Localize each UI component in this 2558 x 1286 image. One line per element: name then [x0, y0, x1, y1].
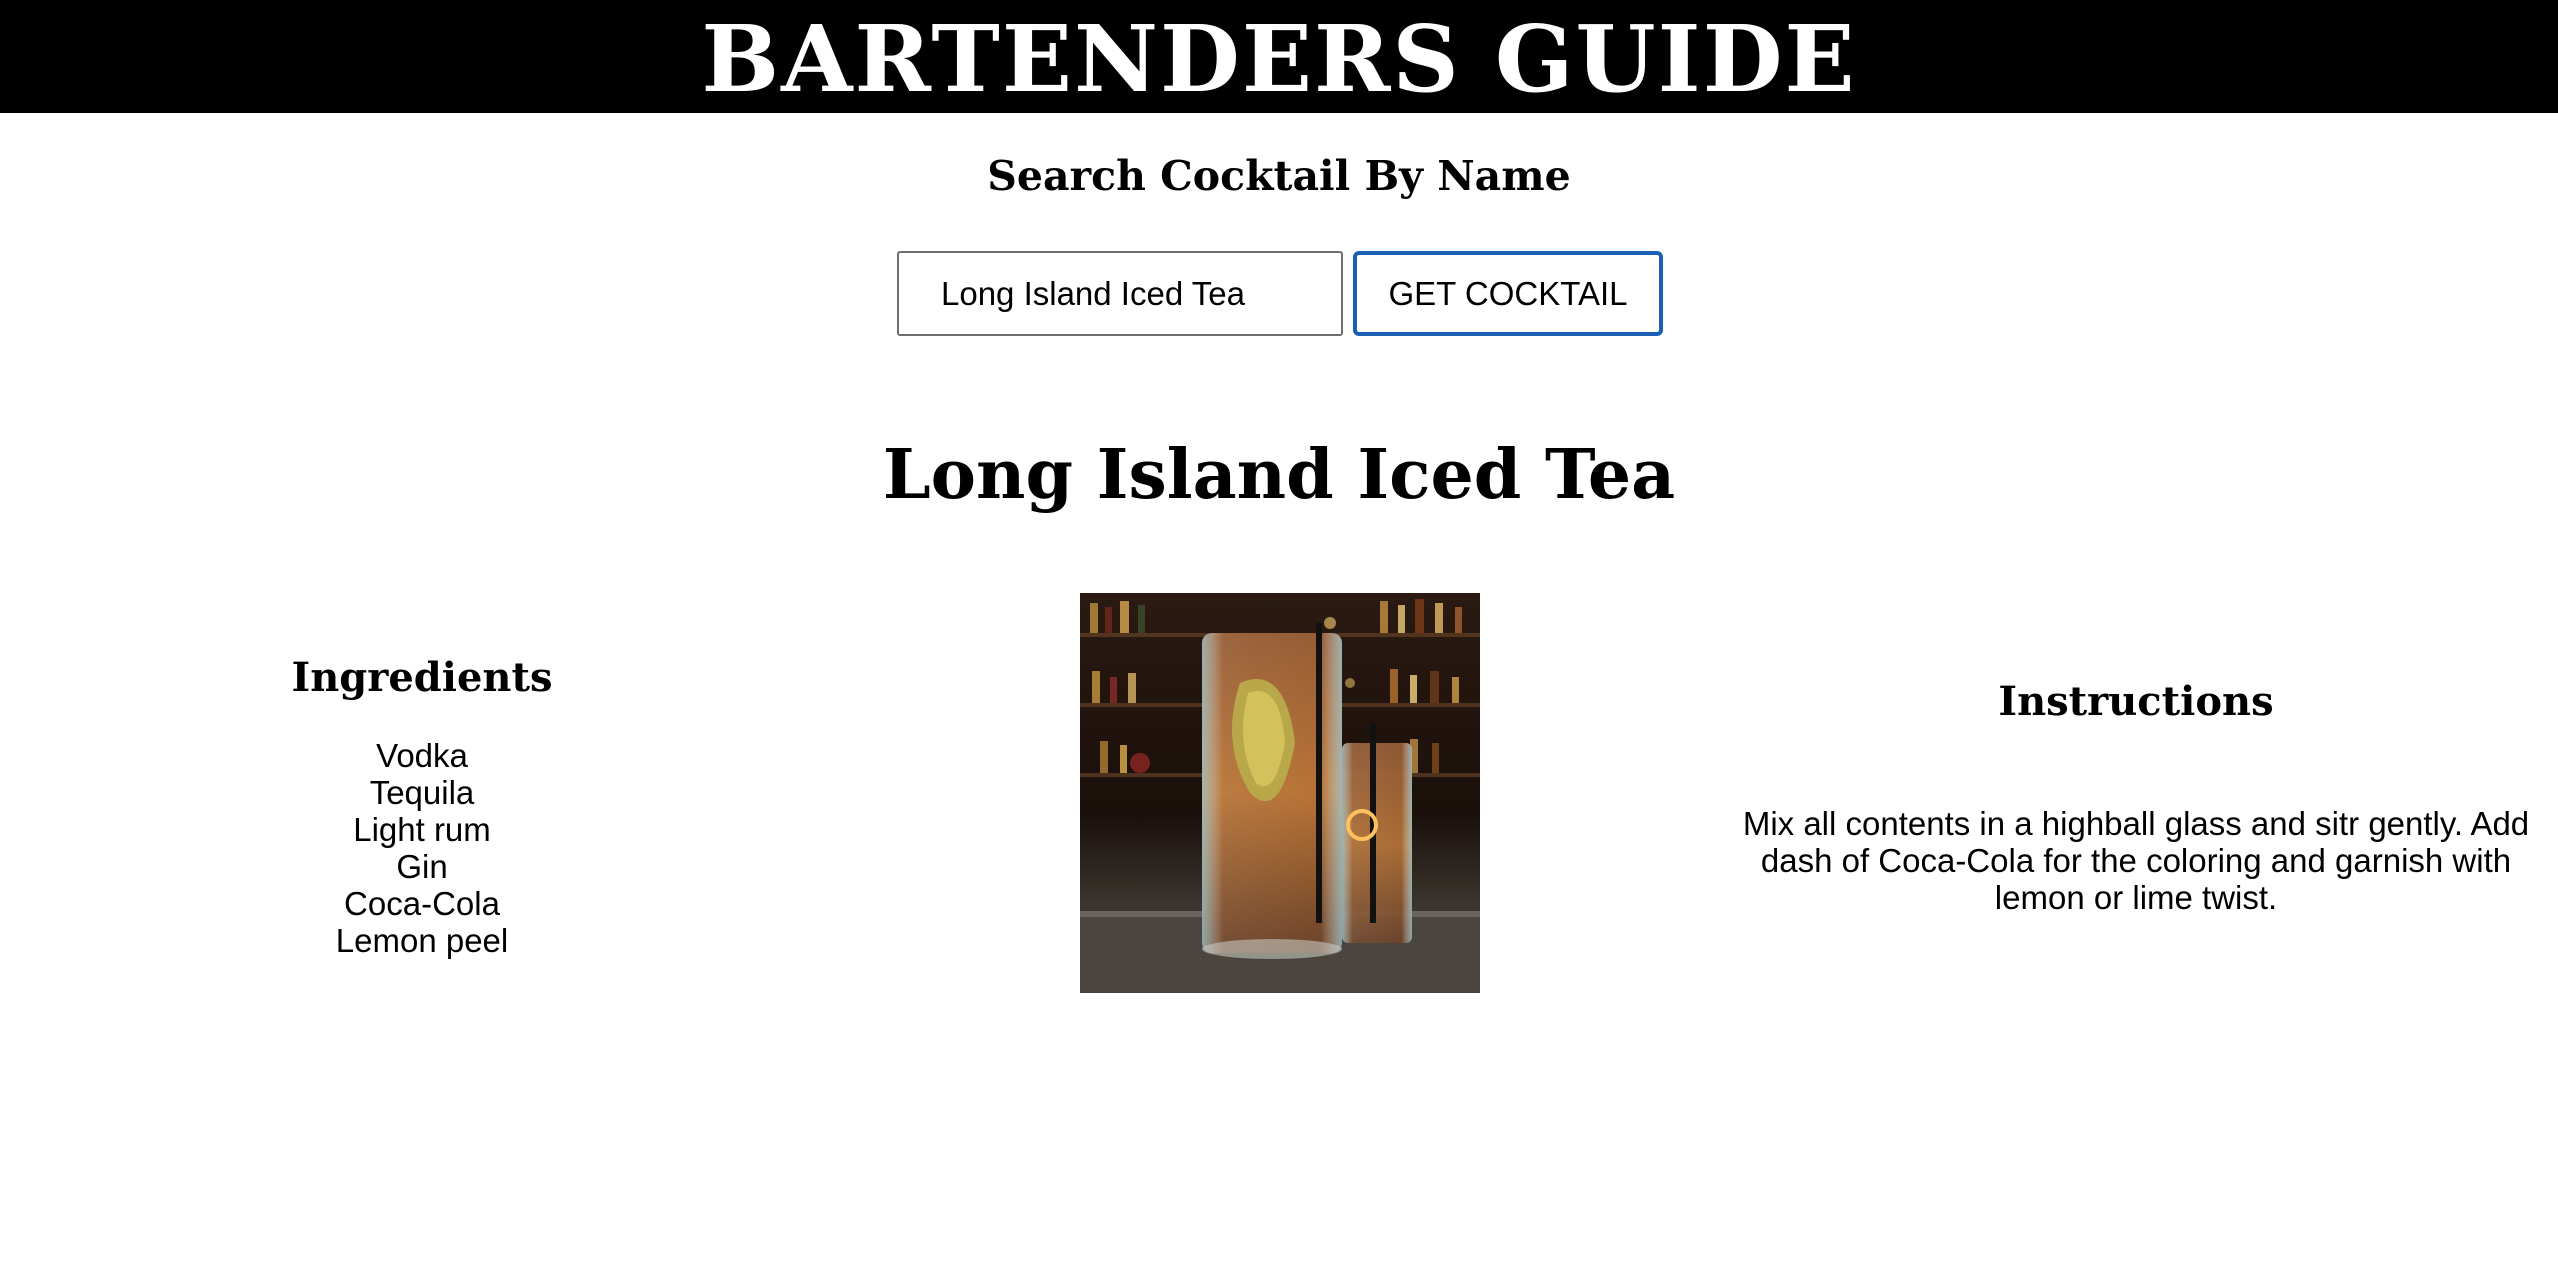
ingredient-item: Vodka [376, 737, 468, 774]
ingredients-heading: Ingredients [291, 654, 553, 701]
ingredient-item: Gin [396, 848, 448, 885]
cocktail-search-input[interactable] [897, 251, 1343, 336]
get-cocktail-button[interactable]: GET COCKTAIL [1353, 251, 1663, 336]
instructions-section: Instructions Mix all contents in a highb… [1720, 678, 2552, 916]
ingredient-list: Vodka Tequila Light rum Gin Coca-Cola Le… [222, 737, 622, 959]
ingredient-item: Light rum [353, 811, 491, 848]
cocktail-name-heading: Long Island Iced Tea [882, 435, 1676, 515]
ingredient-item: Lemon peel [335, 922, 509, 959]
ingredient-item: Coca-Cola [344, 885, 500, 922]
ingredients-section: Ingredients Vodka Tequila Light rum Gin … [222, 654, 622, 959]
search-form: GET COCKTAIL [897, 251, 1663, 336]
instructions-text: Mix all contents in a highball glass and… [1742, 805, 2530, 916]
site-header: BARTENDERS GUIDE [0, 0, 2558, 113]
cocktail-photo [1080, 593, 1480, 993]
site-title: BARTENDERS GUIDE [701, 4, 1857, 113]
ingredient-item: Tequila [369, 774, 475, 811]
search-heading: Search Cocktail By Name [987, 152, 1571, 200]
instructions-heading: Instructions [1998, 678, 2274, 725]
